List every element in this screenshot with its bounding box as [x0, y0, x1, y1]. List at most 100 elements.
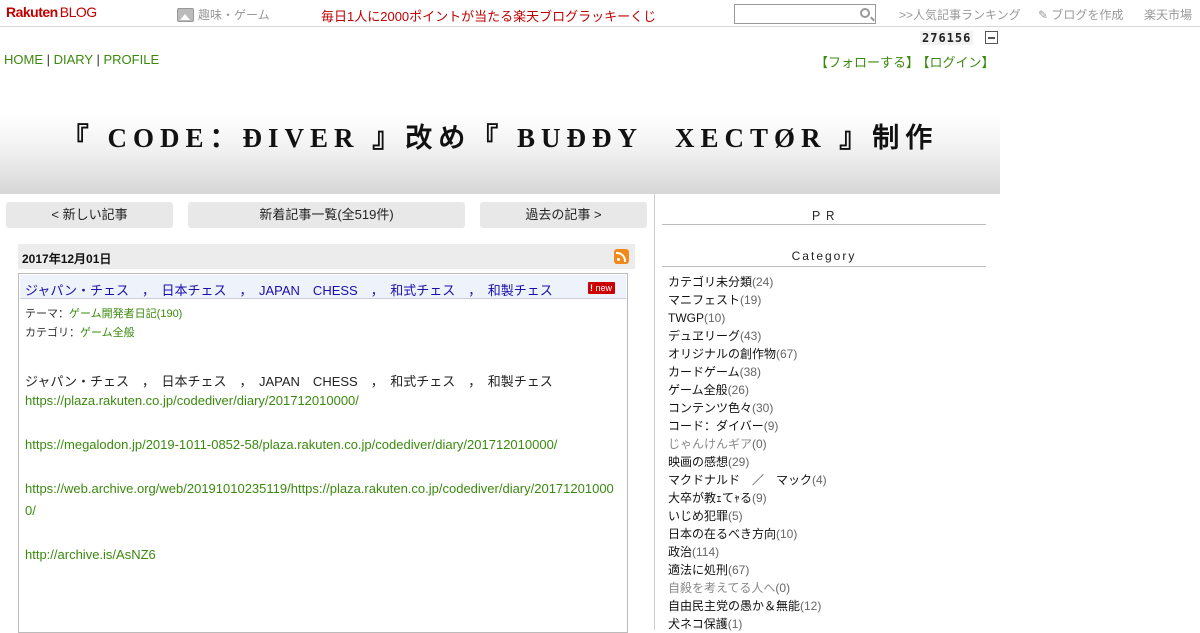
- category-name: 自殺を考えてる人へ: [668, 581, 776, 595]
- category-name: マクドナルド ／ マック: [668, 473, 813, 487]
- category-name: 政治: [668, 545, 693, 559]
- theme-link[interactable]: ゲーム開発者日記(190): [69, 308, 182, 320]
- category-item[interactable]: 適法に処刑(67): [668, 561, 827, 579]
- entry-link[interactable]: https://web.archive.org/web/201910102351…: [25, 481, 614, 496]
- user-actions: 【フォローする】 【ログイン】: [815, 52, 995, 71]
- category-item[interactable]: TWGP(10): [668, 309, 827, 327]
- category-name: コンテンツ色々: [668, 401, 753, 415]
- newer-entry-button[interactable]: < 新しい記事: [6, 202, 173, 228]
- entry-title-row: ジャパン・チェス ， 日本チェス ， JAPAN CHESS ， 和式チェス ，…: [20, 275, 626, 299]
- category-item[interactable]: カテゴリ未分類(24): [668, 273, 827, 291]
- category-name: カテゴリ未分類: [668, 275, 753, 289]
- category-name: いじめ犯罪: [668, 509, 729, 523]
- category-item[interactable]: コード：ダイバー(9): [668, 417, 827, 435]
- login-link[interactable]: 【ログイン】: [923, 55, 995, 70]
- entry-link[interactable]: https://plaza.rakuten.co.jp/codediver/di…: [25, 393, 359, 408]
- category-name: オリジナルの創作物: [668, 347, 777, 361]
- category-name: 適法に処刑: [668, 563, 729, 577]
- category-name: 大卒が教ｪてｬる: [668, 491, 753, 505]
- rakuten-market-link[interactable]: 楽天市場: [1144, 6, 1192, 23]
- entry-link[interactable]: http://archive.is/AsNZ6: [25, 547, 156, 562]
- follow-link[interactable]: 【フォローする】: [815, 55, 919, 70]
- category-count: (0): [752, 437, 767, 451]
- category-count: (10): [776, 527, 798, 541]
- category-count: (29): [728, 455, 750, 469]
- category-item[interactable]: カードゲーム(38): [668, 363, 827, 381]
- search-icon[interactable]: [860, 8, 870, 18]
- category-item[interactable]: いじめ犯罪(5): [668, 507, 827, 525]
- theme-label: テーマ：: [25, 308, 69, 320]
- category-item[interactable]: 自由民主党の愚か＆無能(12): [668, 597, 827, 615]
- create-blog-link[interactable]: ✎ ブログを作成: [1038, 6, 1123, 23]
- category-item[interactable]: デュヱリーグ(43): [668, 327, 827, 345]
- category-name: カードゲーム: [668, 365, 740, 379]
- category-count: (38): [739, 365, 761, 379]
- counter-icon[interactable]: [985, 31, 998, 44]
- category-count: (114): [692, 545, 720, 559]
- category-count: (67): [728, 563, 750, 577]
- global-header: Rakuten BLOG 趣味・ゲーム 毎日1人に2000ポイントが当たる楽天ブロ…: [0, 0, 1200, 27]
- category-count: (5): [728, 509, 743, 523]
- category-item[interactable]: コンテンツ色々(30): [668, 399, 827, 417]
- category-item[interactable]: オリジナルの創作物(67): [668, 345, 827, 363]
- nav-home[interactable]: HOME: [4, 52, 43, 67]
- category-count: (4): [812, 473, 827, 487]
- logo-brand: Rakuten: [6, 4, 58, 20]
- ranking-link[interactable]: >>人気記事ランキング: [899, 6, 1021, 23]
- hobby-label: 趣味・ゲーム: [198, 8, 270, 22]
- entry-date: 2017年12月01日: [22, 252, 112, 266]
- blog-entry: ジャパン・チェス ， 日本チェス ， JAPAN CHESS ， 和式チェス ，…: [18, 273, 628, 633]
- entry-title[interactable]: ジャパン・チェス ， 日本チェス ， JAPAN CHESS ， 和式チェス ，…: [25, 280, 553, 299]
- category-name: マニフェスト: [668, 293, 741, 307]
- category-item[interactable]: 大卒が教ｪてｬる(9): [668, 489, 827, 507]
- nav-diary[interactable]: DIARY: [54, 52, 93, 67]
- blog-title[interactable]: 『 CODE：ĐIVER 』改め『 BUĐĐY XECTØR 』制作: [0, 116, 1000, 155]
- category-item[interactable]: マクドナルド ／ マック(4): [668, 471, 827, 489]
- category-item[interactable]: マニフェスト(19): [668, 291, 827, 309]
- entry-theme: テーマ：ゲーム開発者日記(190): [25, 305, 182, 321]
- nav-separator: |: [43, 52, 54, 67]
- search-input[interactable]: [734, 4, 876, 24]
- lucky-lottery-link[interactable]: 毎日1人に2000ポイントが当たる楽天ブログラッキーくじ: [321, 6, 656, 25]
- category-item[interactable]: 犬ネコ保護(1): [668, 615, 827, 633]
- category-name: ゲーム全般: [668, 383, 728, 397]
- category-item[interactable]: 映画の感想(29): [668, 453, 827, 471]
- new-badge-label: new: [595, 283, 613, 293]
- older-entry-button[interactable]: 過去の記事 >: [480, 202, 647, 228]
- column-divider: [654, 194, 655, 630]
- category-count: (30): [752, 401, 774, 415]
- category-link[interactable]: ゲーム全般: [80, 327, 135, 339]
- rakuten-blog-logo[interactable]: Rakuten BLOG: [6, 4, 97, 20]
- category-name: TWGP: [668, 311, 704, 325]
- category-heading: Category: [662, 249, 986, 267]
- category-count: (1): [727, 617, 743, 631]
- entry-date-bar: 2017年12月01日: [18, 244, 635, 269]
- category-item[interactable]: 政治(114): [668, 543, 827, 561]
- category-count: (26): [727, 383, 749, 397]
- entry-category: カテゴリ：ゲーム全般: [25, 324, 135, 340]
- blog-nav: HOME | DIARY | PROFILE: [4, 52, 159, 67]
- hobby-category-link[interactable]: 趣味・ゲーム: [177, 6, 270, 23]
- category-name: 日本の在るべき方向: [668, 527, 777, 541]
- category-count: (9): [752, 491, 767, 505]
- category-name: 犬ネコ保護: [668, 617, 728, 631]
- category-label: カテゴリ：: [25, 327, 80, 339]
- category-item[interactable]: ゲーム全般(26): [668, 381, 827, 399]
- entry-body-heading: ジャパン・チェス ， 日本チェス ， JAPAN CHESS ， 和式チェス ，…: [25, 374, 553, 389]
- category-item[interactable]: 日本の在るべき方向(10): [668, 525, 827, 543]
- category-item[interactable]: じゃんけんギア(0): [668, 435, 827, 453]
- category-name: じゃんけんギア: [668, 437, 753, 451]
- nav-profile[interactable]: PROFILE: [103, 52, 159, 67]
- category-name: 自由民主党の愚か＆無能: [668, 599, 801, 613]
- blog-header: 『 CODE：ĐIVER 』改め『 BUĐĐY XECTØR 』制作: [0, 73, 1000, 194]
- category-name: 映画の感想: [668, 455, 729, 469]
- category-item[interactable]: 自殺を考えてる人へ(0): [668, 579, 827, 597]
- entry-link-continued[interactable]: 0/: [25, 503, 36, 518]
- category-count: (19): [740, 293, 762, 307]
- entry-link[interactable]: https://megalodon.jp/2019-1011-0852-58/p…: [25, 437, 557, 452]
- rss-icon[interactable]: [614, 249, 629, 264]
- entry-list-button[interactable]: 新着記事一覧(全519件): [188, 202, 465, 228]
- category-count: (12): [800, 599, 822, 613]
- create-blog-label: ブログを作成: [1051, 8, 1124, 22]
- category-count: (9): [763, 419, 779, 433]
